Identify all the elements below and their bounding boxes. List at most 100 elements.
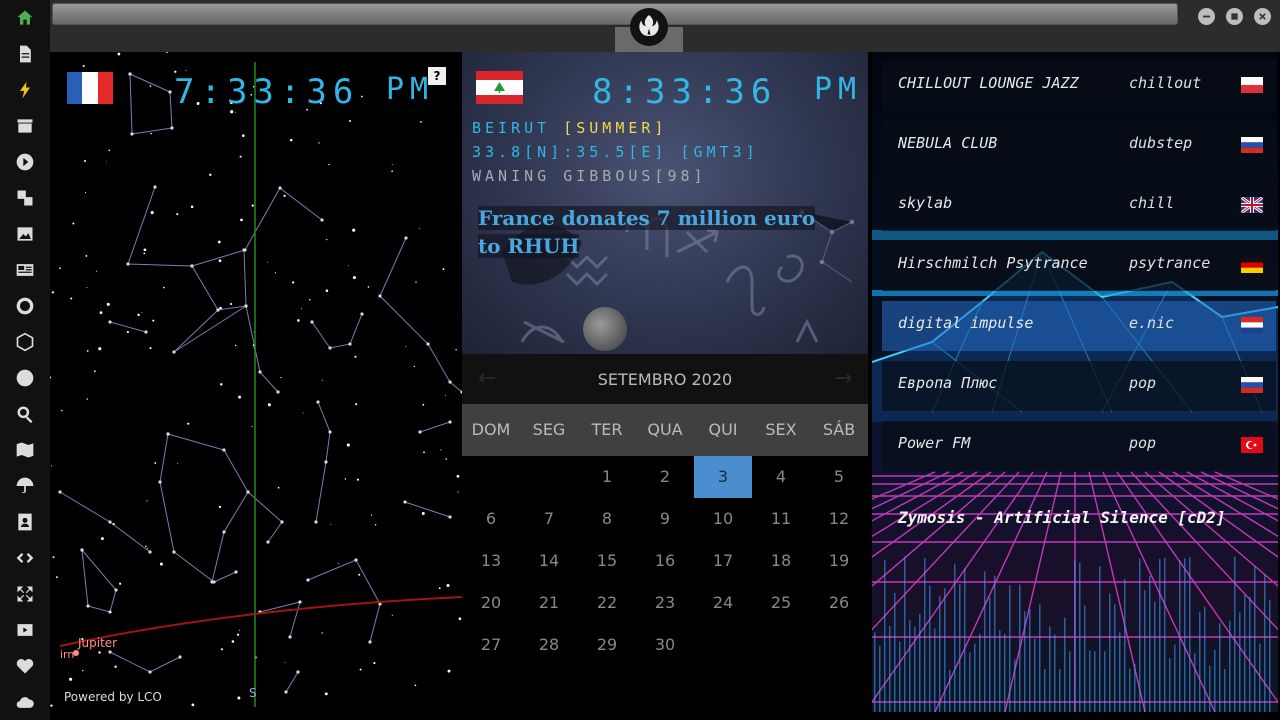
calendar-day[interactable]: 25 xyxy=(752,582,810,624)
calendar-day[interactable]: 22 xyxy=(578,582,636,624)
close-icon xyxy=(1259,13,1266,20)
calendar-day[interactable]: 28 xyxy=(520,624,578,666)
umbrella-icon[interactable] xyxy=(13,474,37,498)
map-icon[interactable] xyxy=(13,438,37,462)
turkey-flag-icon xyxy=(1241,437,1263,453)
station-row[interactable]: skylab chill xyxy=(882,181,1276,231)
city-line: BEIRUT [SUMMER] xyxy=(472,119,667,137)
calendar-day-today[interactable]: 3 xyxy=(694,456,752,498)
calendar-day[interactable]: 11 xyxy=(752,498,810,540)
calendar-day[interactable]: 26 xyxy=(810,582,868,624)
calendar-day[interactable]: 13 xyxy=(462,540,520,582)
beirut-ampm: PM xyxy=(814,72,863,107)
station-row[interactable]: CHILLOUT LOUNGE JAZZ chillout xyxy=(882,61,1276,111)
weekday-5: SEX xyxy=(765,420,797,439)
powered-by-text: Powered by LCO xyxy=(64,690,162,704)
calendar-day[interactable]: 19 xyxy=(810,540,868,582)
station-row[interactable]: Европа Плюс pop xyxy=(882,361,1276,411)
close-button[interactable] xyxy=(1254,8,1271,25)
croatia-flag-icon xyxy=(1241,317,1263,333)
code-icon[interactable] xyxy=(13,546,37,570)
calendar-day[interactable]: 27 xyxy=(462,624,520,666)
heart-icon[interactable] xyxy=(13,654,37,678)
rebel-alliance-icon[interactable] xyxy=(630,8,668,46)
station-genre: e.nic xyxy=(1129,314,1175,332)
calendar-day[interactable]: 4 xyxy=(752,456,810,498)
station-name: NEBULA CLUB xyxy=(898,134,998,152)
archive-icon[interactable] xyxy=(13,114,37,138)
station-row[interactable]: digital impulse e.nic xyxy=(882,301,1276,351)
news-headline[interactable]: France donates 7 million euro to RHUH xyxy=(478,204,818,260)
station-name: CHILLOUT LOUNGE JAZZ xyxy=(898,74,1079,92)
image-icon[interactable] xyxy=(13,222,37,246)
contact-icon[interactable] xyxy=(13,510,37,534)
station-name: skylab xyxy=(898,194,953,212)
station-row[interactable]: Hirschmilch Psytrance psytrance xyxy=(882,241,1276,291)
germany-flag-icon xyxy=(1241,257,1263,273)
next-month-button[interactable]: → xyxy=(834,366,852,391)
calendar-day[interactable]: 30 xyxy=(636,624,694,666)
france-flag xyxy=(67,72,113,104)
home-icon[interactable] xyxy=(13,6,37,30)
calendar-day[interactable]: 2 xyxy=(636,456,694,498)
calendar-day[interactable]: 15 xyxy=(578,540,636,582)
translate-icon[interactable] xyxy=(13,186,37,210)
help-button[interactable]: ? xyxy=(428,67,446,85)
calendar-day[interactable]: 17 xyxy=(694,540,752,582)
maximize-button[interactable] xyxy=(1226,8,1243,25)
calendar-header: ← SETEMBRO 2020 → xyxy=(462,354,868,404)
station-row[interactable]: Power FM pop xyxy=(882,421,1276,471)
weekday-3: QUA xyxy=(647,420,683,439)
lightning-icon[interactable] xyxy=(13,78,37,102)
address-bar[interactable] xyxy=(52,3,1178,25)
calendar-day[interactable]: 16 xyxy=(636,540,694,582)
search-icon[interactable] xyxy=(13,402,37,426)
station-genre: pop xyxy=(1129,374,1157,392)
weekday-1: SEG xyxy=(532,420,566,439)
weekday-4: QUI xyxy=(708,420,738,439)
cloud-icon[interactable] xyxy=(13,690,37,714)
expand-icon[interactable] xyxy=(13,582,37,606)
globe-icon[interactable] xyxy=(13,366,37,390)
calendar-grid: 1 2 3 4 5 6 7 8 9 10 11 12 13 14 15 16 17 18 19 20 21 22 23 24 2… xyxy=(462,456,868,676)
calendar-day[interactable]: 7 xyxy=(520,498,578,540)
calendar-day[interactable]: 8 xyxy=(578,498,636,540)
hexagon-icon[interactable] xyxy=(13,330,37,354)
calendar-day[interactable]: 14 xyxy=(520,540,578,582)
station-name: digital impulse xyxy=(898,314,1034,332)
beirut-clock: 8:33:36 xyxy=(592,72,778,112)
season-label: [SUMMER] xyxy=(563,119,668,137)
news-icon[interactable] xyxy=(13,258,37,282)
jupiter-label: Jupiter xyxy=(78,636,118,650)
calendar-day[interactable]: 21 xyxy=(520,582,578,624)
youtube-icon[interactable] xyxy=(13,618,37,642)
calendar-day[interactable]: 6 xyxy=(462,498,520,540)
calendar-day[interactable]: 20 xyxy=(462,582,520,624)
document-icon[interactable] xyxy=(13,42,37,66)
galactic-empire-icon[interactable] xyxy=(13,294,37,318)
calendar-day[interactable]: 1 xyxy=(578,456,636,498)
play-icon[interactable] xyxy=(13,150,37,174)
calendar-day[interactable]: 9 xyxy=(636,498,694,540)
calendar-day[interactable]: 10 xyxy=(694,498,752,540)
russia-flag-icon xyxy=(1241,137,1263,153)
calendar-day[interactable]: 24 xyxy=(694,582,752,624)
star-chart[interactable] xyxy=(50,52,462,720)
calendar-day[interactable]: 29 xyxy=(578,624,636,666)
moon-phase-line: WANING GIBBOUS[98] xyxy=(472,167,707,185)
calendar-day[interactable]: 12 xyxy=(810,498,868,540)
station-genre: chillout xyxy=(1129,74,1202,92)
news-headline-text[interactable]: France donates 7 million euro to RHUH xyxy=(478,206,816,258)
calendar-day[interactable]: 5 xyxy=(810,456,868,498)
calendar-month-title: SETEMBRO 2020 xyxy=(597,370,733,389)
weekday-2: TER xyxy=(591,420,623,439)
world-clock-panel: 8:33:36 PM BEIRUT [SUMMER] 33.8[N]:35.5[… xyxy=(462,52,868,720)
sidebar xyxy=(0,0,50,720)
calendar-day[interactable]: 23 xyxy=(636,582,694,624)
station-name: Hirschmilch Psytrance xyxy=(898,254,1088,272)
lebanon-flag xyxy=(476,71,523,104)
calendar-day[interactable]: 18 xyxy=(752,540,810,582)
station-row[interactable]: NEBULA CLUB dubstep xyxy=(882,121,1276,171)
minimize-button[interactable] xyxy=(1198,8,1215,25)
title-bar xyxy=(50,0,1280,52)
